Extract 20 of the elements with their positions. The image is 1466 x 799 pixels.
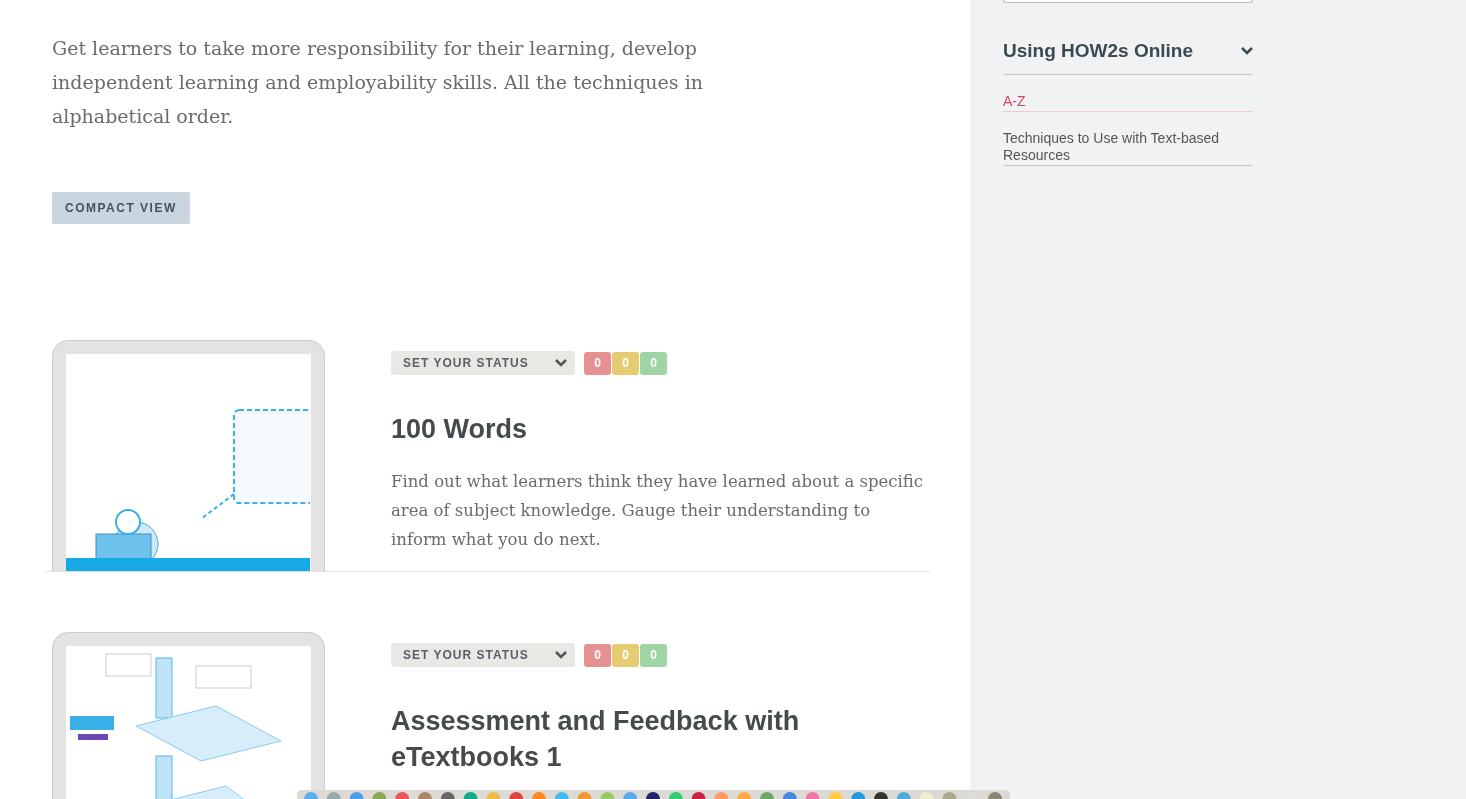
status-count: 0 [640,351,667,375]
technique-title[interactable]: Assessment and Feedback with eTextbooks 1 [391,703,930,775]
status-count: 0 [612,351,639,375]
sidebar-link[interactable]: Techniques to Use with Text-based Resources [1003,111,1253,166]
chevron-icon[interactable] [1241,47,1253,56]
chevron-down-icon [555,359,567,367]
technique-title[interactable]: 100 Words [391,411,930,447]
search-field[interactable] [1003,0,1253,3]
status-count: 0 [612,643,639,667]
technique-description: Find out what learners think they have learned about a specific area of subject knowledge. Gauge their understanding to inform what you do next. [391,471,925,551]
compact-view-button[interactable]: COMPACT VIEW [52,192,190,224]
status-count: 0 [584,643,611,667]
sidebar-link[interactable]: A-Z [1003,74,1253,112]
status-dropdown[interactable]: SET YOUR STATUS [391,643,575,667]
intro-text: Get learners to take more responsibility for their learning, develop independent learning and employability skills. All the techniques in alphabetical order. [52,36,704,129]
status-dropdown[interactable]: SET YOUR STATUS [391,351,575,375]
section-heading: Using HOW2s Online [1003,39,1194,63]
status-count: 0 [640,643,667,667]
status-count: 0 [584,351,611,375]
chevron-down-icon [555,651,567,659]
